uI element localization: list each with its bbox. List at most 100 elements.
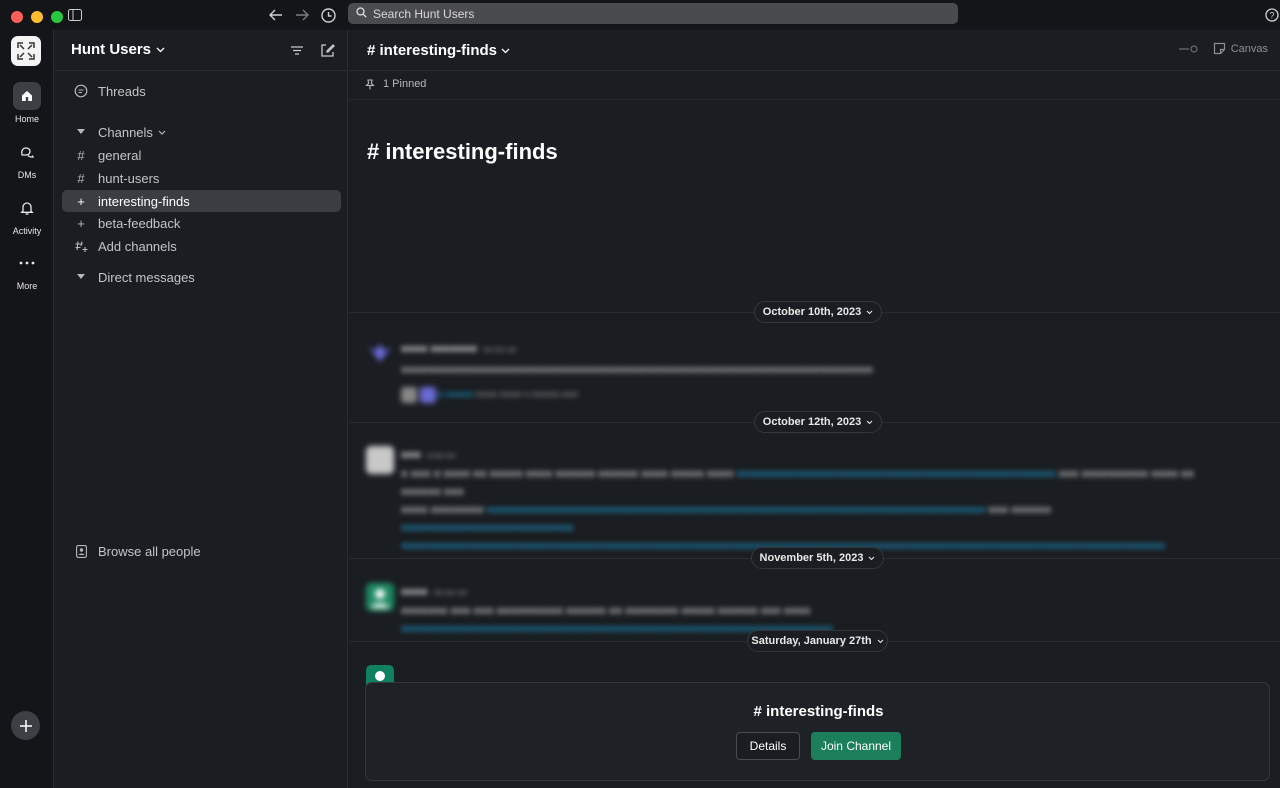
avatar[interactable] [366, 583, 394, 611]
channel-pane: # interesting-finds Canvas 1 Pinned # in… [349, 30, 1280, 788]
channel-header: # interesting-finds Canvas [349, 30, 1280, 71]
date-divider: October 12th, 2023 [349, 411, 1280, 433]
direct-messages-section-header[interactable]: Direct messages [62, 266, 341, 288]
arrow-left-icon[interactable] [266, 5, 286, 25]
channel-sidebar: Hunt Users Threads Channels # general # … [55, 30, 348, 788]
join-channel-button[interactable]: Join Channel [811, 732, 901, 760]
details-button[interactable]: Details [736, 732, 800, 760]
date-jump-button[interactable]: October 10th, 2023 [754, 301, 882, 323]
add-channels-button[interactable]: Add channels [62, 235, 341, 257]
sidebar-item-beta-feedback[interactable]: + beta-feedback [62, 212, 341, 234]
pin-icon [365, 78, 375, 89]
join-prompt-title: # interesting-finds [753, 703, 884, 720]
plus-icon: + [77, 215, 85, 231]
browse-all-people-button[interactable]: Browse all people [62, 540, 341, 562]
compose-icon[interactable] [318, 41, 336, 59]
close-window-button[interactable] [11, 11, 23, 23]
date-label: October 12th, 2023 [762, 416, 862, 428]
chevron-down-icon [869, 556, 875, 560]
chevron-down-icon [158, 130, 166, 135]
rail-dms-label: DMs [17, 170, 37, 180]
sidebar-item-label: hunt-users [98, 170, 160, 186]
hash-icon: # [77, 170, 85, 186]
sidebar-item-label: beta-feedback [98, 215, 181, 231]
rail-home[interactable]: Home [0, 82, 54, 124]
rail-activity-label: Activity [12, 226, 42, 236]
chevron-down-icon [866, 420, 873, 424]
date-label: November 5th, 2023 [759, 552, 864, 564]
hash-icon: # [77, 147, 85, 163]
avatar[interactable] [366, 446, 394, 474]
clock-icon[interactable] [318, 5, 338, 25]
pinned-divider [349, 99, 1280, 100]
direct-messages-label: Direct messages [98, 269, 195, 285]
avatar[interactable] [366, 340, 394, 368]
title-bar: Search Hunt Users ? [0, 0, 1280, 30]
add-channels-label: Add channels [98, 238, 177, 254]
pinned-bar[interactable]: 1 Pinned [365, 78, 426, 90]
search-icon [356, 6, 367, 21]
date-label: October 10th, 2023 [762, 306, 862, 318]
sidebar-toggle-icon[interactable] [65, 5, 85, 25]
workspace-logo[interactable] [11, 36, 41, 66]
svg-text:?: ? [1269, 11, 1274, 21]
rail-dms[interactable]: DMs [0, 138, 54, 180]
sidebar-item-general[interactable]: # general [62, 144, 341, 166]
rail-more[interactable]: More [0, 249, 54, 291]
arrow-right-icon[interactable] [292, 5, 312, 25]
caret-down-icon [73, 129, 89, 135]
chevron-down-icon [877, 639, 883, 643]
sidebar-item-label: Threads [98, 83, 146, 99]
ellipsis-icon [13, 249, 41, 277]
workspace-name: Hunt Users [71, 41, 152, 58]
bell-icon [13, 194, 41, 222]
sidebar-item-label: interesting-finds [98, 193, 190, 209]
date-divider: October 10th, 2023 [349, 301, 1280, 323]
join-channel-prompt: # interesting-finds Details Join Channel [365, 682, 1270, 781]
people-directory-icon [73, 544, 89, 558]
home-icon [13, 82, 41, 110]
canvas-icon [1213, 42, 1225, 55]
help-icon[interactable]: ? [1262, 5, 1280, 25]
date-jump-button[interactable]: Saturday, January 27th [747, 630, 888, 652]
search-placeholder: Search Hunt Users [373, 6, 475, 21]
channels-section-label: Channels [98, 124, 153, 140]
filter-icon[interactable] [288, 41, 306, 59]
sidebar-item-threads[interactable]: Threads [62, 80, 341, 102]
chat-bubbles-icon [13, 138, 41, 166]
add-channel-icon [73, 240, 89, 253]
workspace-menu[interactable]: Hunt Users [71, 41, 165, 58]
plus-icon [19, 719, 32, 732]
chevron-down-icon [866, 310, 873, 314]
sidebar-item-hunt-users[interactable]: # hunt-users [62, 167, 341, 189]
date-jump-button[interactable]: October 12th, 2023 [754, 411, 882, 433]
sidebar-divider [55, 70, 348, 71]
chevron-down-icon [501, 48, 510, 53]
minimize-window-button[interactable] [31, 11, 43, 23]
zoom-window-button[interactable] [51, 11, 63, 23]
date-label: Saturday, January 27th [751, 635, 872, 647]
caret-down-icon [73, 274, 89, 280]
canvas-label: Canvas [1230, 42, 1268, 55]
channel-name: # interesting-finds [367, 42, 498, 59]
rail-activity[interactable]: Activity [0, 194, 54, 236]
channels-section-header[interactable]: Channels [62, 121, 341, 143]
sidebar-item-label: general [98, 147, 142, 163]
date-divider: Saturday, January 27th [349, 630, 1280, 652]
add-workspace-button[interactable] [11, 711, 40, 740]
channel-intro-title: # interesting-finds [367, 139, 558, 164]
sidebar-item-interesting-finds[interactable]: + interesting-finds [62, 190, 341, 212]
threads-icon [73, 84, 89, 98]
chevron-down-icon [156, 47, 165, 52]
date-jump-button[interactable]: November 5th, 2023 [751, 547, 884, 569]
header-toggle-icon [1178, 44, 1198, 53]
channel-name-button[interactable]: # interesting-finds [367, 42, 510, 59]
workspace-rail: Home DMs Activity More [0, 30, 54, 788]
search-bar[interactable]: Search Hunt Users [348, 3, 958, 24]
rail-home-label: Home [14, 114, 39, 124]
canvas-tab[interactable]: Canvas [1178, 42, 1268, 55]
browse-all-people-label: Browse all people [98, 543, 201, 559]
pinned-label: 1 Pinned [383, 78, 427, 90]
date-divider: November 5th, 2023 [349, 547, 1280, 569]
rail-more-label: More [16, 281, 38, 291]
